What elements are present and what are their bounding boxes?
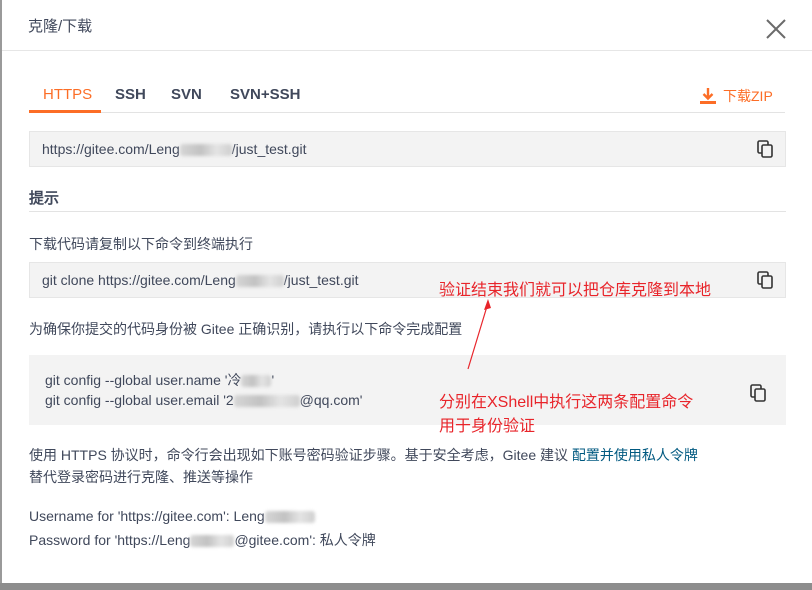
- section-divider: [29, 211, 786, 212]
- https-note-line1: 使用 HTTPS 协议时，命令行会出现如下账号密码验证步骤。基于安全考虑，Git…: [29, 445, 698, 465]
- tabs-divider: [29, 112, 785, 113]
- clone-instruction: 下载代码请复制以下命令到终端执行: [29, 236, 253, 252]
- https-note-line2: 替代登录密码进行克隆、推送等操作: [29, 469, 253, 485]
- clone-command-suffix: /just_test.git: [283, 272, 359, 288]
- download-zip-button[interactable]: 下载ZIP: [699, 86, 773, 106]
- tab-svn[interactable]: SVN: [171, 86, 202, 103]
- repo-url-box[interactable]: https://gitee.com/Leng/just_test.git: [29, 131, 786, 167]
- annotation-arrow: [467, 299, 491, 370]
- https-note-text: 使用 HTTPS 协议时，命令行会出现如下账号密码验证步骤。基于安全考虑，Git…: [29, 447, 572, 463]
- tab-svn-ssh[interactable]: SVN+SSH: [230, 86, 300, 103]
- annotation-config-note-2: 用于身份验证: [439, 418, 536, 435]
- personal-token-link[interactable]: 配置并使用私人令牌: [572, 447, 698, 463]
- download-icon: [700, 88, 716, 104]
- background-strip: [0, 583, 812, 590]
- config-email-command[interactable]: git config --global user.email '2 @qq.com…: [45, 392, 362, 408]
- copy-icon[interactable]: [756, 140, 774, 158]
- redacted-text: [241, 375, 272, 388]
- password-prefix: Password for 'https://Leng: [29, 532, 191, 548]
- redacted-text: [264, 511, 315, 524]
- annotation-config-note-1: 分别在XShell中执行这两条配置命令: [439, 394, 694, 411]
- repo-url[interactable]: https://gitee.com/Leng/just_test.git: [42, 141, 306, 157]
- active-tab-indicator: [29, 110, 101, 113]
- tab-https[interactable]: HTTPS: [43, 86, 92, 103]
- dialog-title: 克隆/下载: [28, 18, 93, 35]
- config-email-prefix: git config --global user.email '2: [45, 392, 234, 408]
- tab-ssh[interactable]: SSH: [115, 86, 146, 103]
- download-zip-label: 下载ZIP: [723, 88, 773, 104]
- repo-url-suffix: /just_test.git: [231, 141, 307, 157]
- config-name-prefix: git config --global user.name '冷: [45, 372, 242, 388]
- clone-download-dialog: 克隆/下载 HTTPS SSH SVN SVN+SSH 下载ZIP https:…: [2, 0, 812, 583]
- protocol-tabs: HTTPS SSH SVN SVN+SSH: [29, 76, 785, 113]
- password-line: Password for 'https://Leng @gitee.com': 私…: [29, 530, 376, 550]
- copy-icon[interactable]: [749, 384, 767, 402]
- copy-icon[interactable]: [756, 271, 774, 289]
- redacted-text: [233, 395, 300, 408]
- repo-url-prefix: https://gitee.com/Leng: [42, 141, 180, 157]
- redacted-text: [179, 144, 232, 157]
- username-line: Username for 'https://gitee.com': Leng: [29, 508, 315, 524]
- username-prefix: Username for 'https://gitee.com': Leng: [29, 508, 265, 524]
- clone-command[interactable]: git clone https://gitee.com/Leng/just_te…: [42, 272, 359, 288]
- close-icon[interactable]: [764, 17, 788, 41]
- config-name-command[interactable]: git config --global user.name '冷 ': [45, 370, 274, 390]
- config-name-suffix: ': [271, 372, 275, 388]
- identity-instruction: 为确保你提交的代码身份被 Gitee 正确识别，请执行以下命令完成配置: [29, 321, 463, 337]
- redacted-text: [190, 535, 235, 548]
- password-suffix: @gitee.com': 私人令牌: [234, 532, 376, 548]
- config-email-suffix: @qq.com': [299, 392, 363, 408]
- tips-heading: 提示: [29, 190, 60, 207]
- redacted-text: [235, 275, 284, 288]
- dialog-header: 克隆/下载: [2, 0, 812, 51]
- clone-command-prefix: git clone https://gitee.com/Leng: [42, 272, 236, 288]
